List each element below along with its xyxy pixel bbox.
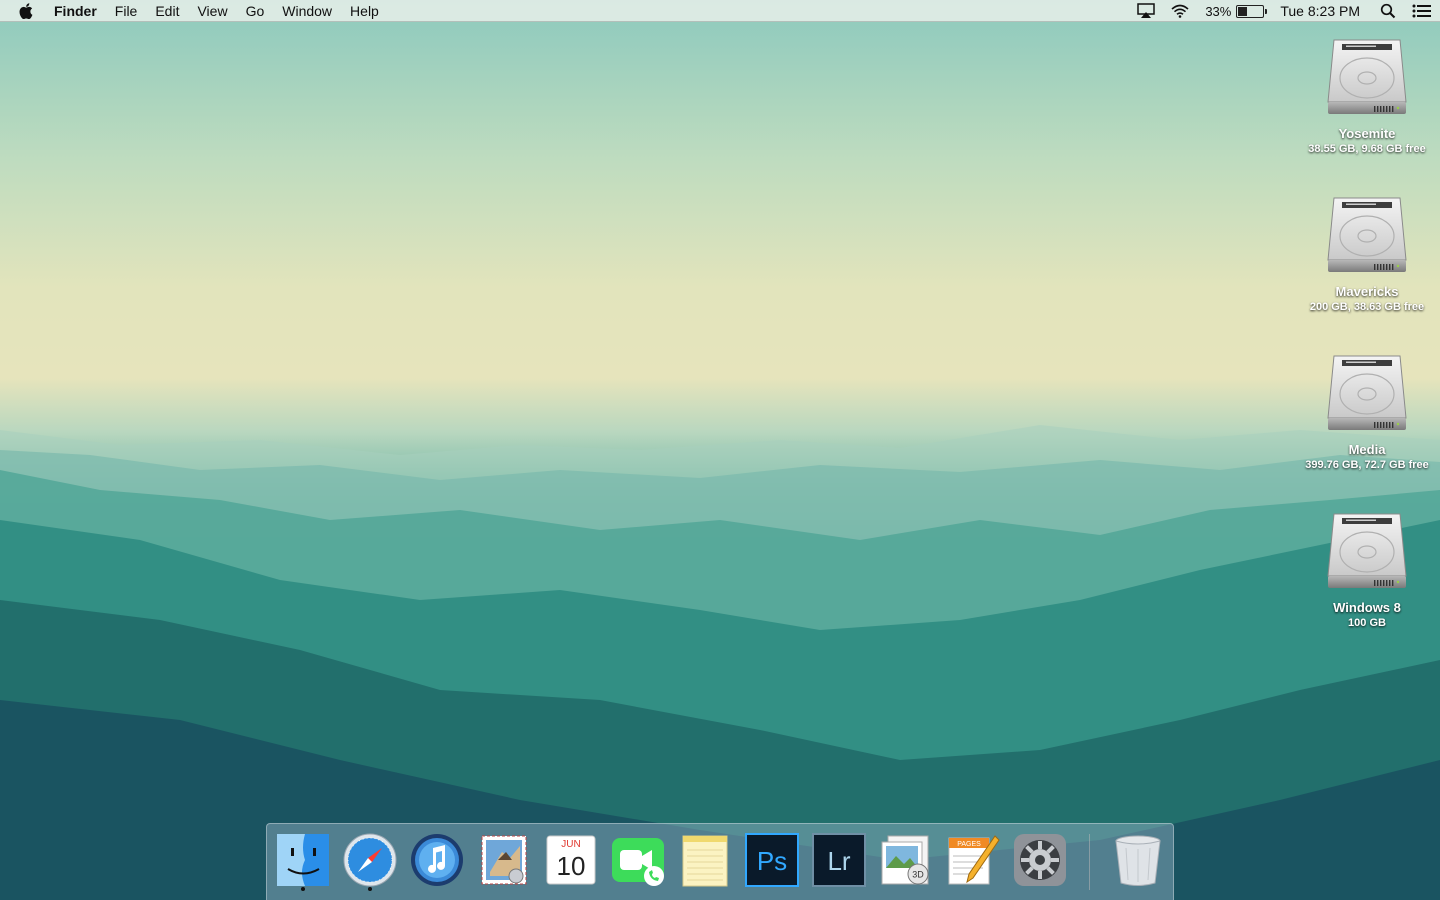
calendar-icon: JUN 10 xyxy=(546,835,596,885)
spotlight-button[interactable] xyxy=(1372,0,1404,22)
drive-name: Mavericks xyxy=(1335,284,1399,299)
clock[interactable]: Tue 8:23 PM xyxy=(1272,0,1372,22)
dock-finder[interactable] xyxy=(275,832,331,888)
preview-icon: 3D xyxy=(881,835,929,885)
itunes-icon xyxy=(411,834,463,886)
dock-itunes[interactable] xyxy=(409,832,465,888)
drive-mavericks[interactable]: Mavericks 200 GB, 38.63 GB free xyxy=(1297,190,1437,314)
menu-help[interactable]: Help xyxy=(341,0,388,22)
drive-name: Media xyxy=(1348,442,1386,457)
menu-view[interactable]: View xyxy=(188,0,236,22)
hard-drive-icon xyxy=(1322,348,1412,438)
dock-trash[interactable] xyxy=(1110,832,1166,888)
pages-label: PAGES xyxy=(957,841,981,848)
dock-calendar[interactable]: JUN 10 xyxy=(543,832,599,888)
safari-running-indicator xyxy=(368,887,372,891)
menu-bar: Finder File Edit View Go Window Help 33% xyxy=(0,0,1440,22)
drive-info: 399.76 GB, 72.7 GB free xyxy=(1305,459,1429,471)
lightroom-icon: Lr xyxy=(812,833,866,887)
menu-go[interactable]: Go xyxy=(237,0,274,22)
dock-facetime[interactable] xyxy=(610,832,666,888)
battery-fill xyxy=(1238,6,1247,16)
menu-app-finder[interactable]: Finder xyxy=(52,0,106,22)
wifi-icon xyxy=(1171,4,1189,18)
drive-media[interactable]: Media 399.76 GB, 72.7 GB free xyxy=(1297,348,1437,472)
dock-preview[interactable]: 3D xyxy=(878,832,934,888)
lightroom-label: Lr xyxy=(827,846,850,876)
hard-drive-icon xyxy=(1322,32,1412,122)
battery-percent: 33% xyxy=(1205,3,1232,19)
dock: JUN 10 Ps Lr 3D PAGES xyxy=(266,823,1174,900)
system-preferences-icon xyxy=(1014,834,1066,886)
dock-separator xyxy=(1089,834,1090,890)
notes-icon xyxy=(682,835,728,887)
preview-badge: 3D xyxy=(912,870,924,880)
drive-yosemite[interactable]: Yosemite 38.55 GB, 9.68 GB free xyxy=(1297,32,1437,156)
menu-file[interactable]: File xyxy=(106,0,147,22)
apple-menu-button[interactable] xyxy=(0,0,52,22)
finder-running-indicator xyxy=(301,887,305,891)
dock-lightroom[interactable]: Lr xyxy=(811,832,867,888)
notification-center-icon xyxy=(1412,4,1431,18)
spotlight-icon xyxy=(1380,3,1396,19)
hard-drive-icon xyxy=(1322,190,1412,280)
dock-pages[interactable]: PAGES xyxy=(945,832,1001,888)
airplay-button[interactable] xyxy=(1129,0,1163,22)
drive-info: 200 GB, 38.63 GB free xyxy=(1309,301,1425,313)
dock-mail[interactable] xyxy=(476,832,532,888)
calendar-month: JUN xyxy=(561,839,580,850)
dock-notes[interactable] xyxy=(677,832,733,888)
menu-edit[interactable]: Edit xyxy=(146,0,188,22)
wifi-button[interactable] xyxy=(1163,0,1197,22)
photoshop-icon: Ps xyxy=(745,833,799,887)
drive-info: 38.55 GB, 9.68 GB free xyxy=(1308,143,1426,155)
drive-name: Windows 8 xyxy=(1333,600,1401,615)
airplay-icon xyxy=(1137,3,1156,18)
battery-icon xyxy=(1236,4,1268,18)
facetime-icon xyxy=(612,838,664,886)
mail-icon xyxy=(481,835,527,885)
dock-photoshop[interactable]: Ps xyxy=(744,832,800,888)
drive-windows-8[interactable]: Windows 8 100 GB xyxy=(1297,506,1437,630)
battery-status[interactable]: 33% xyxy=(1197,0,1272,22)
dock-system-preferences[interactable] xyxy=(1012,832,1068,888)
trash-icon xyxy=(1115,835,1161,886)
hard-drive-icon xyxy=(1322,506,1412,596)
calendar-day: 10 xyxy=(557,851,586,881)
dock-safari[interactable] xyxy=(342,832,398,888)
status-menus: 33% Tue 8:23 PM xyxy=(1129,0,1440,22)
desktop-wallpaper xyxy=(0,425,1440,900)
finder-icon xyxy=(277,834,329,886)
safari-icon xyxy=(343,833,397,887)
apple-icon xyxy=(19,2,33,19)
drive-name: Yosemite xyxy=(1338,126,1396,141)
photoshop-label: Ps xyxy=(757,846,787,876)
notification-center-button[interactable] xyxy=(1404,0,1440,22)
menu-window[interactable]: Window xyxy=(273,0,341,22)
pages-icon: PAGES xyxy=(948,835,1000,885)
drive-info: 100 GB xyxy=(1348,617,1386,629)
